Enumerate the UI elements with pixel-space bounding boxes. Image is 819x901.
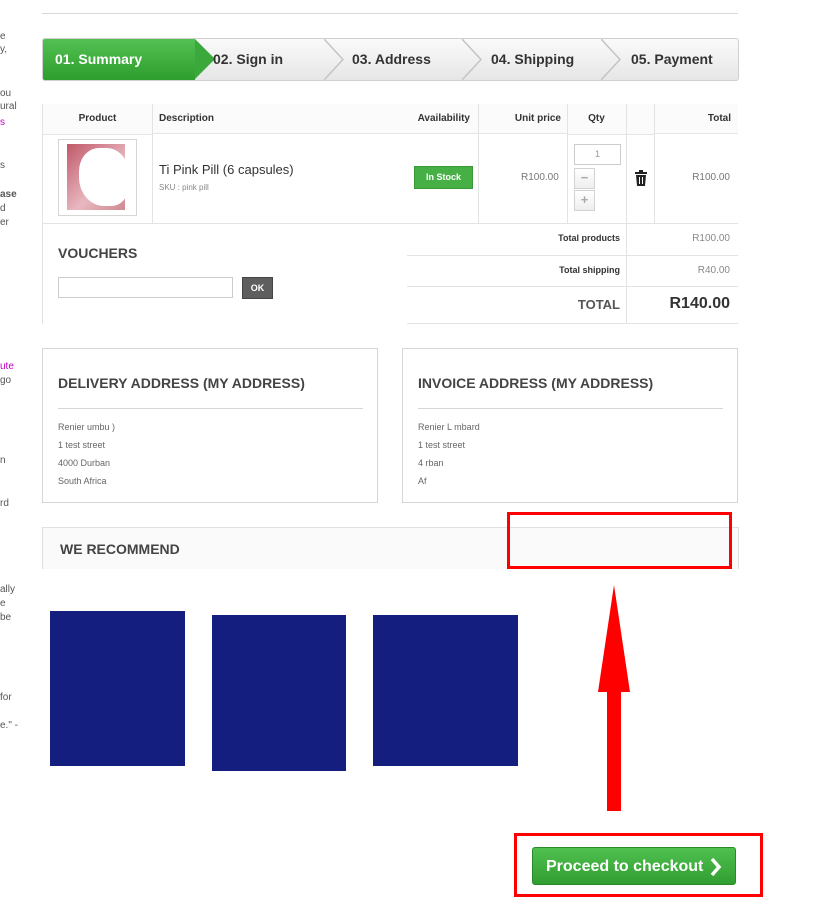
left-fragment: e [0,598,6,609]
total-products-label: Total products [558,233,620,243]
step-label: 01. Summary [55,51,143,67]
step-payment[interactable]: 05. Payment [631,39,713,80]
left-fragment: e." - [0,720,18,731]
step-shipping[interactable]: 04. Shipping [491,39,574,80]
total-shipping-value: R40.00 [697,265,730,276]
left-fragment: ally [0,584,16,595]
recommended-product-tile[interactable] [50,611,185,766]
grid-line [407,255,738,256]
grid-line [567,104,568,223]
grid-line [478,104,479,223]
left-fragment: e [0,31,6,42]
left-fragment: n [0,455,6,466]
col-header-product: Product [42,104,153,135]
grid-line [407,323,738,324]
address-line: Renier L mbard [418,422,480,432]
left-fragment: y, [0,44,8,55]
trash-icon[interactable] [634,170,648,191]
line-total: R100.00 [692,172,730,183]
left-fragment: s [0,160,5,171]
annotation-arrow-icon [597,585,631,818]
left-fragment: be [0,612,12,623]
vouchers-title: VOUCHERS [58,245,138,261]
step-separator [462,39,482,80]
left-fragment: d [0,203,6,214]
left-fragment: go [0,375,12,386]
address-line: Renier umbu ) [58,422,116,432]
redaction-blot [79,148,129,206]
total-shipping-label: Total shipping [559,265,620,275]
step-address[interactable]: 03. Address [352,39,431,80]
divider [58,408,363,409]
recommend-title: WE RECOMMEND [60,541,180,557]
left-fragment: for [0,692,12,703]
proceed-to-checkout-button[interactable]: Proceed to checkout [532,847,736,885]
product-sku: SKU : pink pill [159,183,209,192]
delivery-address-title: DELIVERY ADDRESS (MY ADDRESS) [58,375,305,391]
checkout-label: Proceed to checkout [546,858,704,875]
step-separator [324,39,344,80]
recommended-product-tile[interactable] [373,615,518,766]
delivery-address-box: DELIVERY ADDRESS (MY ADDRESS) Renier umb… [42,348,378,503]
step-label: 02. Sign in [213,51,284,67]
total-products-value: R100.00 [692,233,730,244]
step-sign-in[interactable]: 02. Sign in [213,39,283,80]
address-line: 1 test street [58,440,106,450]
left-column-text: e y, ou ural s s ase d er ute go n rd al… [0,0,24,897]
col-header-availability: Availability [412,104,478,134]
voucher-ok-button[interactable]: OK [242,277,273,299]
divider [42,13,738,14]
unit-price: R100.00 [521,172,559,183]
address-line: Af [418,476,427,486]
invoice-address-box: INVOICE ADDRESS (MY ADDRESS) Renier L mb… [402,348,738,503]
left-fragment: ou [0,88,12,99]
cart-table: Product Description Availability Unit pr… [42,104,738,324]
quantity-increase-button[interactable]: + [574,190,595,211]
grid-line [407,286,738,287]
col-header-total: Total [654,104,738,134]
product-name[interactable]: Ti Pink Pill (6 capsules) [159,162,294,177]
product-thumbnail[interactable] [58,139,137,216]
chevron-right-icon [709,848,723,901]
grid-line [654,104,655,223]
col-header-delete [626,104,654,135]
address-line: 4000 Durban [58,458,111,468]
address-line: South Africa [58,476,107,486]
step-separator [601,39,621,80]
left-fragment: rd [0,498,9,509]
availability-badge: In Stock [414,166,473,189]
grid-line [152,104,153,223]
left-fragment: s [0,117,5,128]
col-header-unit-price: Unit price [478,104,567,134]
grid-line [42,223,738,224]
voucher-input[interactable] [58,277,233,298]
col-header-description: Description [153,104,412,134]
grand-total-value: R140.00 [669,295,731,312]
left-fragment: ural [0,101,17,112]
checkout-steps: 01. Summary 02. Sign in 03. Address 04. … [42,38,739,81]
invoice-address-title: INVOICE ADDRESS (MY ADDRESS) [418,375,654,391]
annotation-highlight-box [507,512,732,569]
minus-icon: − [580,170,589,185]
step-label: 05. Payment [631,51,713,67]
left-fragment: ase [0,189,17,200]
grid-line [626,104,627,324]
address-line: 4 rban [418,458,444,468]
recommended-product-tile[interactable] [212,615,346,771]
left-fragment: ute [0,361,14,372]
col-header-qty: Qty [567,104,626,135]
grid-line [42,104,43,324]
step-arrow [195,39,215,79]
divider [418,408,723,409]
step-label: 04. Shipping [491,51,575,67]
quantity-decrease-button[interactable]: − [574,168,595,189]
step-summary[interactable]: 01. Summary [43,39,215,80]
plus-icon: + [580,192,589,207]
address-line: 1 test street [418,440,466,450]
left-fragment: er [0,217,9,228]
grand-total-label: TOTAL [577,297,620,312]
quantity-input[interactable]: 1 [574,144,621,165]
step-label: 03. Address [352,51,431,67]
